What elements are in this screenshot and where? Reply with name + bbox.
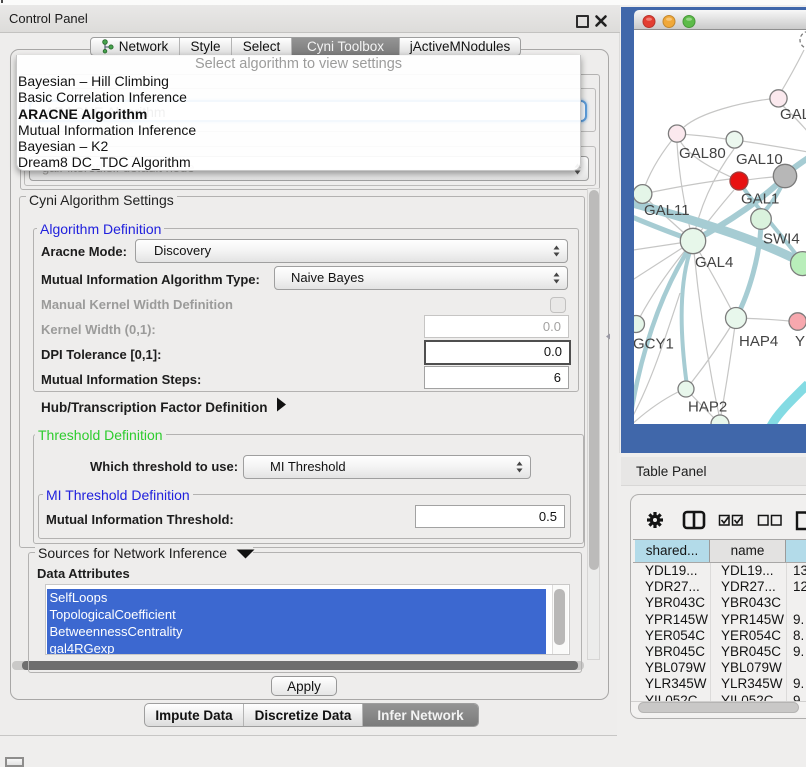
svg-text:GAL7: GAL7 [780,106,806,123]
svg-text:GAL1: GAL1 [741,191,779,208]
svg-text:HAP2: HAP2 [688,399,727,416]
svg-text:SWI4: SWI4 [763,231,800,248]
svg-text:GAL80: GAL80 [679,145,726,162]
svg-text:GAL11: GAL11 [644,202,690,219]
svg-text:HAP4: HAP4 [739,333,778,350]
svg-text:Y: Y [795,333,805,350]
svg-text:GAL4: GAL4 [695,254,733,271]
svg-text:GAL10: GAL10 [736,151,783,168]
svg-text:GCY1: GCY1 [634,336,674,353]
